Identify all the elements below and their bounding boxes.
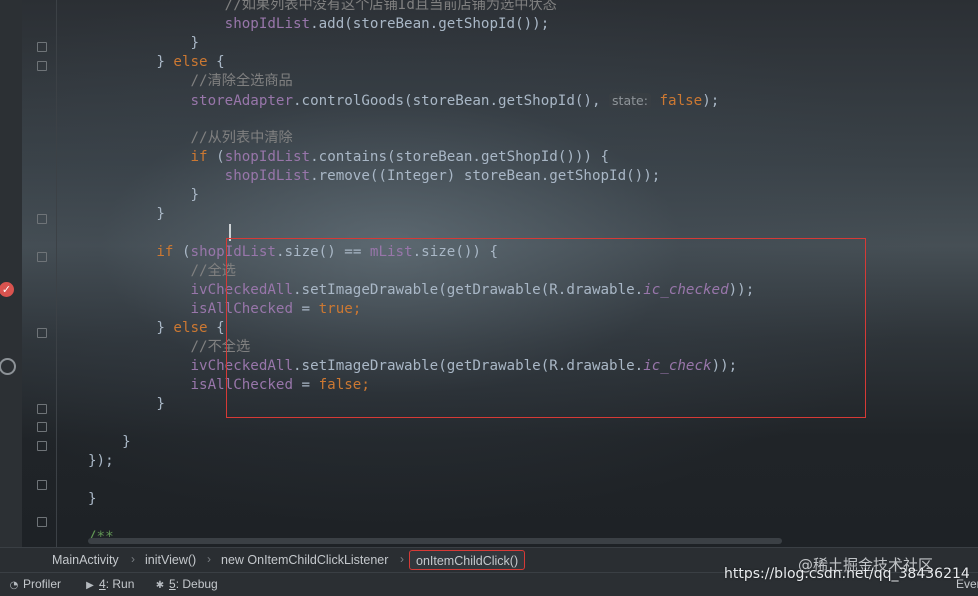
code-token: );: [702, 93, 720, 109]
code-token: shopIdList: [224, 149, 311, 165]
code-token: false: [659, 93, 703, 109]
code-token: }: [88, 35, 200, 51]
code-token: (: [207, 149, 225, 165]
run-label: : Run: [105, 577, 135, 591]
fold-marker-icon[interactable]: [37, 517, 47, 527]
highlight-annotation-box: [226, 238, 866, 418]
code-token: //如果列表中没有这个店铺Id且当前店铺为选中状态: [88, 0, 557, 13]
code-line[interactable]: }: [88, 395, 165, 414]
profiler-label: Profiler: [23, 577, 62, 591]
code-token: }: [88, 491, 97, 507]
code-line[interactable]: } else {: [88, 319, 225, 338]
code-token: }: [88, 434, 131, 450]
breadcrumb-separator: ›: [207, 552, 211, 566]
code-line[interactable]: //如果列表中没有这个店铺Id且当前店铺为选中状态: [88, 0, 557, 15]
code-token: }: [88, 54, 174, 70]
profiler-icon: ◔: [9, 580, 19, 591]
code-line[interactable]: } else {: [88, 53, 225, 72]
code-line[interactable]: }: [88, 490, 97, 509]
code-token: //全选: [88, 263, 236, 279]
fold-marker-icon[interactable]: [37, 480, 47, 490]
code-line[interactable]: shopIdList.add(storeBean.getShopId());: [88, 15, 550, 34]
code-token: });: [88, 453, 114, 469]
fold-marker-icon[interactable]: [37, 61, 47, 71]
fold-marker-icon[interactable]: [37, 214, 47, 224]
fold-marker-icon[interactable]: [37, 441, 47, 451]
code-editor[interactable]: ✓ //如果列表中没有这个店铺Id且当前店铺为选中状态 shopIdList.a…: [0, 0, 978, 547]
code-line[interactable]: shopIdList.remove((Integer) storeBean.ge…: [88, 167, 661, 186]
fold-marker-icon[interactable]: [37, 328, 47, 338]
debug-tab[interactable]: ✱ 5: Debug: [154, 577, 218, 591]
code-token: shopIdList: [224, 168, 311, 184]
breadcrumb-item-onitemchildclick[interactable]: onItemChildClick(): [409, 550, 526, 570]
horizontal-scrollbar[interactable]: [88, 538, 782, 544]
breadcrumb-item-initview[interactable]: initView(): [145, 553, 196, 567]
debug-label: : Debug: [175, 577, 218, 591]
code-token: {: [207, 320, 225, 336]
code-token: state:: [609, 93, 651, 108]
code-token: .add(storeBean.getShopId());: [310, 16, 550, 32]
code-line[interactable]: }: [88, 186, 199, 205]
breadcrumb-item-listener[interactable]: new OnItemChildClickListener: [221, 553, 388, 567]
code-token: }: [88, 206, 165, 222]
run-icon: ▶: [86, 580, 94, 591]
code-line[interactable]: if (shopIdList.contains(storeBean.getSho…: [88, 148, 610, 167]
code-token: else: [173, 54, 208, 70]
breadcrumb-separator: ›: [131, 552, 135, 566]
fold-marker-icon[interactable]: [37, 42, 47, 52]
code-line[interactable]: //清除全选商品: [88, 72, 293, 91]
code-token: }: [88, 187, 200, 203]
code-token: //从列表中清除: [88, 130, 293, 146]
debug-number: 5: [169, 577, 176, 591]
code-token: if: [190, 149, 208, 165]
code-line[interactable]: }: [88, 34, 199, 53]
code-token: .remove((Integer) storeBean.getShopId())…: [310, 168, 661, 184]
tool-window-strip: [0, 0, 22, 547]
code-token: }: [88, 396, 165, 412]
run-number: 4: [99, 577, 106, 591]
code-token: (: [173, 244, 191, 260]
code-token: .contains(storeBean.getShopId())) {: [310, 149, 610, 165]
fold-marker-icon[interactable]: [37, 404, 47, 414]
code-line[interactable]: //从列表中清除: [88, 129, 293, 148]
code-line[interactable]: //全选: [88, 262, 236, 281]
code-token: .controlGoods(storeBean.getShopId(),: [293, 93, 610, 109]
code-token: {: [207, 54, 225, 70]
fold-marker-icon[interactable]: [37, 422, 47, 432]
code-line[interactable]: }: [88, 433, 131, 452]
debug-icon: ✱: [155, 580, 165, 591]
breadcrumb-separator: ›: [400, 552, 404, 566]
code-line[interactable]: storeAdapter.controlGoods(storeBean.getS…: [88, 91, 719, 110]
watermark-url: https://blog.csdn.net/qq_38436214: [724, 566, 970, 582]
code-token: storeAdapter: [190, 93, 294, 109]
code-token: }: [88, 320, 174, 336]
code-line[interactable]: });: [88, 452, 114, 471]
code-line[interactable]: }: [88, 205, 165, 224]
code-token: else: [173, 320, 208, 336]
code-token: //清除全选商品: [88, 73, 293, 89]
code-token: if: [156, 244, 174, 260]
breadcrumb-item-mainactivity[interactable]: MainActivity: [52, 553, 119, 567]
profiler-tab[interactable]: ◔ Profiler: [8, 577, 61, 591]
gutter-divider: [56, 0, 57, 547]
fold-marker-icon[interactable]: [37, 252, 47, 262]
code-token: shopIdList: [224, 16, 311, 32]
run-tab[interactable]: ▶ 4: Run: [84, 577, 134, 591]
